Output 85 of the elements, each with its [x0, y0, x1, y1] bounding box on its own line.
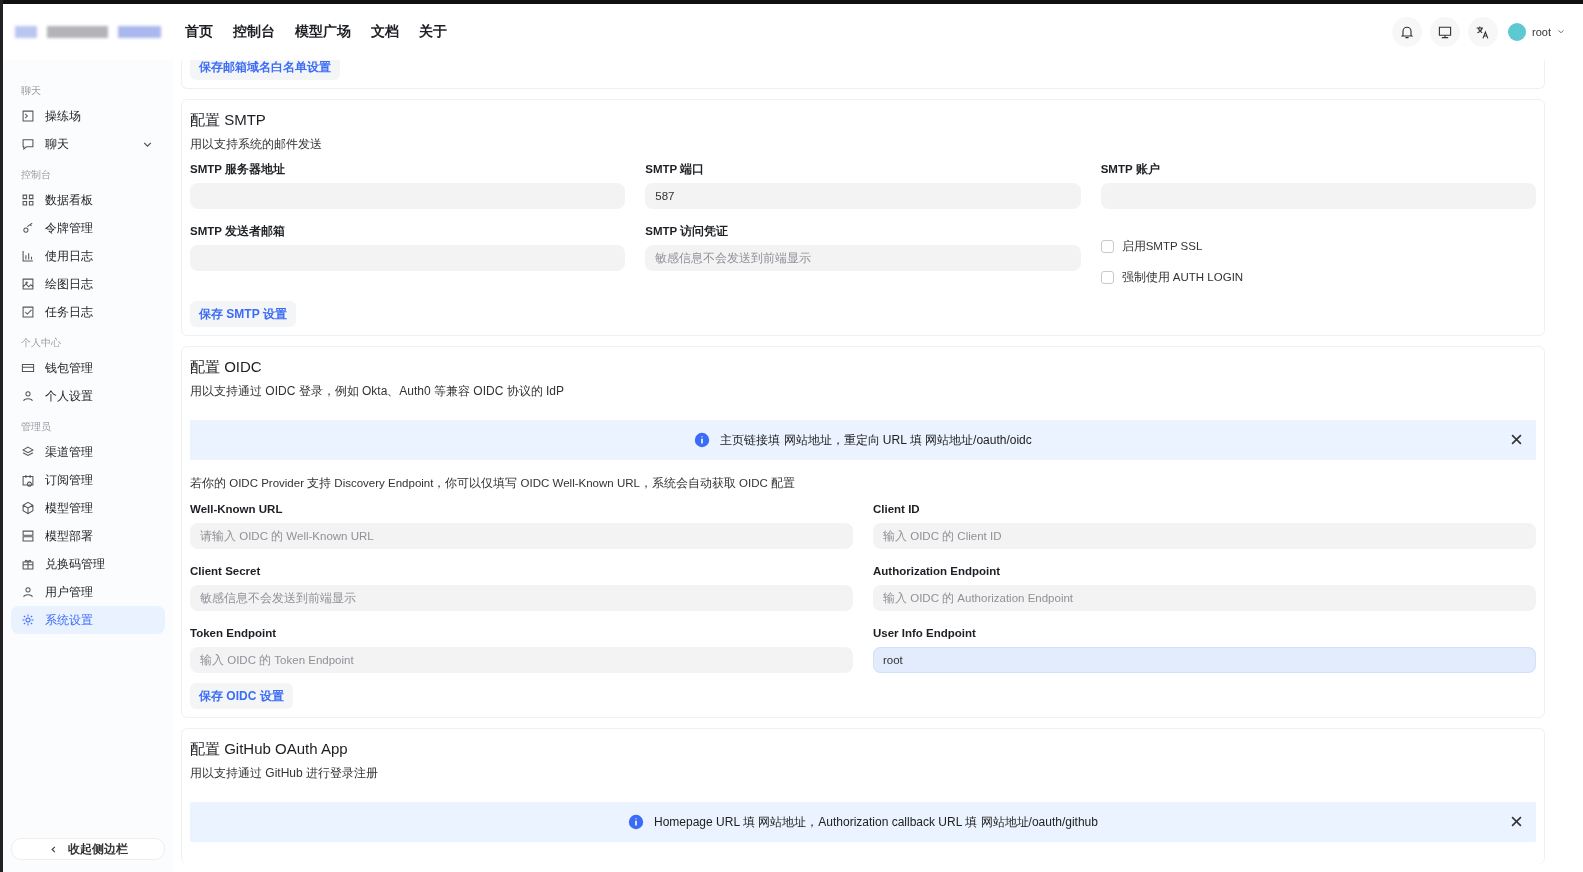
sidebar-item[interactable]: 兑换码管理 [11, 550, 165, 578]
sidebar-item[interactable]: 个人设置 [11, 382, 165, 410]
field-label: Client Secret [190, 564, 262, 579]
close-icon[interactable] [1511, 434, 1522, 445]
input-field[interactable]: 敏感信息不会发送到前端显示 [190, 585, 853, 611]
chevron-left-icon [48, 844, 58, 854]
calendar-clock-icon [21, 473, 35, 487]
save-button[interactable]: 保存邮箱域名白名单设置 [190, 60, 340, 80]
field-label: Well-Known URL [190, 502, 284, 517]
save-button[interactable]: 保存 SMTP 设置 [190, 301, 296, 327]
input-field[interactable]: 请输入 OIDC 的 Well-Known URL [190, 523, 853, 549]
sidebar-item[interactable]: 用户管理 [11, 578, 165, 606]
info-icon [694, 432, 711, 448]
sidebar-item[interactable]: 渠道管理 [11, 438, 165, 466]
nav-link[interactable]: 文档 [371, 19, 399, 45]
user-menu[interactable]: root [1506, 21, 1571, 43]
monitor-icon[interactable] [1430, 17, 1461, 47]
sidebar-section-title: 聊天 [20, 84, 42, 98]
field-label: Client ID [873, 502, 921, 517]
sidebar-item[interactable]: 操练场 [11, 102, 165, 130]
banner-text: 主页链接填 网站地址，重定向 URL 填 网站地址/oauth/oidc [720, 431, 1032, 449]
info-icon [628, 814, 644, 830]
sidebar-item[interactable]: 数据看板 [11, 186, 165, 214]
key-icon [21, 221, 35, 235]
hint-text: 若你的 OIDC Provider 支持 Discovery Endpoint，你可以仅填写 OIDC Well-Known URL，系统会自动获取 OIDC 配置 [190, 476, 796, 491]
sidebar-item[interactable]: 模型管理 [11, 494, 165, 522]
banner-text: Homepage URL 填 网站地址，Authorization callback URL 填 网站地址/oauth/github [654, 813, 1098, 831]
close-icon[interactable] [1511, 816, 1522, 827]
input-field[interactable]: 587 [645, 183, 1081, 209]
nav-link[interactable]: 关于 [419, 19, 447, 45]
wallet-icon [21, 361, 35, 375]
sidebar-item[interactable]: 聊天 [11, 130, 165, 158]
user-icon [21, 585, 35, 599]
bar-chart-icon [21, 249, 35, 263]
sidebar-section-title: 管理员 [20, 420, 52, 434]
sidebar-item[interactable]: 使用日志 [11, 242, 165, 270]
input-field[interactable]: 输入 OIDC 的 Authorization Endpoint [873, 585, 1536, 611]
section-title: 配置 SMTP [190, 110, 266, 130]
sidebar-section-title: 个人中心 [20, 336, 62, 350]
sidebar-item[interactable]: 系统设置 [11, 606, 165, 634]
image-icon [21, 277, 35, 291]
section-title: 配置 OIDC [190, 357, 262, 377]
field-label: SMTP 端口 [645, 162, 706, 177]
field-label: User Info Endpoint [873, 626, 977, 641]
chevron-down-icon [1557, 28, 1565, 36]
section-description: 用以支持通过 OIDC 登录，例如 Okta、Auth0 等兼容 OIDC 协议的 IdP [190, 383, 565, 400]
field-label: Authorization Endpoint [873, 564, 1002, 579]
checkbox-icon [21, 305, 35, 319]
dashboard-icon [21, 193, 35, 207]
nav-link[interactable]: 首页 [185, 19, 213, 45]
nav-link[interactable]: 模型广场 [295, 19, 351, 45]
nav-link[interactable]: 控制台 [233, 19, 275, 45]
section-description: 用以支持通过 GitHub 进行登录注册 [190, 765, 378, 782]
input-field[interactable]: 输入 OIDC 的 Client ID [873, 523, 1536, 549]
sidebar-item[interactable]: 令牌管理 [11, 214, 165, 242]
checkbox[interactable]: 启用SMTP SSL [1100, 239, 1536, 254]
field-label: SMTP 发送者邮箱 [190, 224, 286, 239]
input-field[interactable]: root [873, 647, 1536, 673]
section-title: 配置 GitHub OAuth App [190, 739, 348, 759]
field-label: SMTP 账户 [1100, 161, 1161, 177]
field-label: SMTP 访问凭证 [645, 223, 730, 239]
notification-bell-icon[interactable] [1392, 17, 1423, 47]
settings-icon [21, 613, 35, 627]
input-field[interactable]: 敏感信息不会发送到前端显示 [645, 245, 1081, 271]
cube-icon [21, 501, 35, 515]
layers-icon [21, 445, 35, 459]
sidebar-item[interactable]: 订阅管理 [11, 466, 165, 494]
server-icon [21, 529, 35, 543]
terminal-icon [21, 109, 35, 123]
sidebar-section-title: 控制台 [20, 168, 52, 182]
input-field[interactable]: 输入 OIDC 的 Token Endpoint [190, 647, 853, 673]
collapse-sidebar-button[interactable]: 收起侧边栏 [11, 838, 165, 860]
translate-icon[interactable] [1468, 17, 1499, 47]
sidebar-item[interactable]: 模型部署 [11, 522, 165, 550]
chat-icon [21, 137, 35, 151]
sidebar-item[interactable]: 任务日志 [11, 298, 165, 326]
section-description: 用以支持系统的邮件发送 [190, 136, 322, 153]
gift-icon [21, 557, 35, 571]
field-label: Token Endpoint [190, 626, 278, 641]
checkbox[interactable]: 强制使用 AUTH LOGIN [1100, 270, 1536, 285]
sidebar-item[interactable]: 绘图日志 [11, 270, 165, 298]
field-label: SMTP 服务器地址 [190, 162, 286, 177]
user-icon [21, 389, 35, 403]
sidebar-item[interactable]: 钱包管理 [11, 354, 165, 382]
save-button[interactable]: 保存 OIDC 设置 [190, 683, 293, 709]
